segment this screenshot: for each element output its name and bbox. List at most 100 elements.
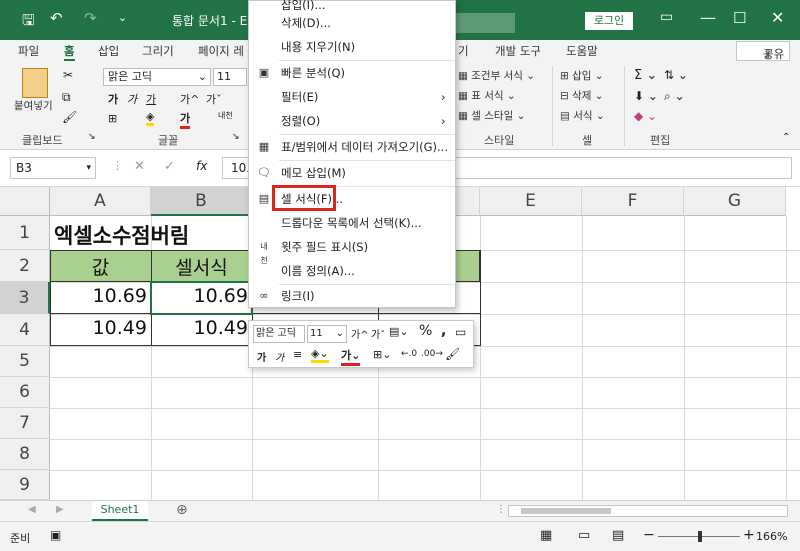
zoom-level[interactable]: 166%	[756, 530, 787, 543]
cell-a1[interactable]: 엑셀소수점버림	[54, 220, 189, 250]
share-button[interactable]: ⇪ 공유	[736, 41, 790, 61]
cell-a3[interactable]: 10.69	[50, 285, 147, 307]
delete-cells-button[interactable]: ⊟ 삭제 ⌄	[560, 88, 604, 103]
prev-sheet-icon[interactable]: ◀	[28, 504, 36, 515]
tab-developer[interactable]: 개발 도구	[495, 43, 541, 59]
format-as-table-button[interactable]: ▦ 표 서식 ⌄	[458, 88, 516, 103]
conditional-format-button[interactable]: ▦ 조건부 서식 ⌄	[458, 68, 535, 83]
select-all-button[interactable]	[0, 187, 50, 216]
tab-file[interactable]: 파일	[18, 43, 39, 59]
borders-icon[interactable]: ⊞	[108, 112, 117, 125]
row-header-5[interactable]: 5	[0, 346, 50, 377]
row-header-2[interactable]: 2	[0, 250, 50, 282]
wrap-text-icon[interactable]: ▭	[455, 325, 466, 339]
font-name-select[interactable]: 맑은 고딕 ⌄	[103, 68, 211, 86]
font-launcher-icon[interactable]: ↘	[232, 132, 240, 142]
fill-color-icon[interactable]: ◈	[146, 110, 155, 126]
menu-item-delete[interactable]: 삭제(D)...	[249, 11, 455, 35]
row-header-1[interactable]: 1	[0, 216, 50, 250]
column-header-a[interactable]: A	[50, 187, 151, 216]
close-icon[interactable]: ✕	[771, 8, 784, 27]
cell-a2[interactable]: 값	[50, 253, 151, 280]
autosum-icon[interactable]: Σ ⌄	[634, 68, 657, 83]
paste-label[interactable]: 붙여넣기	[14, 98, 53, 113]
tab-help[interactable]: 도움말	[566, 43, 598, 59]
column-header-b[interactable]: B	[151, 187, 252, 216]
tab-draw[interactable]: 그리기	[142, 43, 174, 59]
tab-home[interactable]: 홈	[64, 43, 75, 61]
shrink-font-icon[interactable]: 가ˇ	[371, 326, 385, 341]
column-header-g[interactable]: G	[684, 187, 786, 216]
accounting-format-icon[interactable]: ▤⌄	[389, 325, 409, 338]
sort-filter-icon[interactable]: ⇅ ⌄	[664, 68, 688, 82]
font-color-icon[interactable]: 가	[180, 110, 191, 129]
menu-item-get-data[interactable]: ▦ 표/범위에서 데이터 가져오기(G)...	[249, 135, 455, 159]
zoom-slider-thumb[interactable]	[698, 531, 702, 542]
ribbon-display-icon[interactable]: ▭	[660, 9, 673, 25]
font-color-icon[interactable]: 가⌄	[341, 347, 361, 366]
grow-font-icon[interactable]: 가^	[180, 91, 199, 107]
row-header-4[interactable]: 4	[0, 314, 50, 346]
format-cells-button[interactable]: ▤ 서식 ⌄	[560, 108, 605, 123]
accessibility-icon[interactable]: ▣	[50, 528, 61, 542]
italic-icon[interactable]: 가	[127, 91, 137, 107]
name-box[interactable]: B3 ▾	[10, 157, 96, 179]
tab-insert[interactable]: 삽입	[98, 43, 119, 59]
column-header-f[interactable]: F	[582, 187, 684, 216]
row-header-9[interactable]: 9	[0, 470, 50, 500]
fill-color-icon[interactable]: ◈⌄	[311, 347, 329, 363]
zoom-out-icon[interactable]: −	[643, 527, 655, 543]
bold-icon[interactable]: 가	[108, 91, 118, 107]
mini-size-select[interactable]: 11 ⌄	[307, 325, 347, 343]
page-layout-icon[interactable]: ▭	[578, 528, 590, 543]
font-size-select[interactable]: 11	[213, 68, 247, 86]
row-header-8[interactable]: 8	[0, 439, 50, 470]
cell-b2[interactable]: 셀서식	[151, 253, 252, 280]
row-header-7[interactable]: 7	[0, 408, 50, 439]
tab-page-layout[interactable]: 페이지 레	[198, 43, 244, 59]
cell-styles-button[interactable]: ▦ 셀 스타일 ⌄	[458, 108, 525, 123]
increase-decimal-icon[interactable]: ←.0	[401, 349, 417, 359]
customize-qat-icon[interactable]: ⌄	[118, 11, 127, 24]
borders-icon[interactable]: ⊞⌄	[373, 348, 391, 361]
italic-icon[interactable]: 가	[275, 349, 284, 364]
undo-icon[interactable]: ↶	[50, 9, 63, 27]
row-header-3[interactable]: 3	[0, 282, 50, 314]
format-painter-icon[interactable]: 🖌	[445, 347, 460, 361]
minimize-icon[interactable]: —	[700, 8, 716, 27]
collapse-ribbon-icon[interactable]: ⌃	[782, 132, 790, 143]
menu-item-show-phonetic[interactable]: 내천 윗주 필드 표시(S)	[249, 235, 455, 265]
menu-item-filter[interactable]: 필터(E) ›	[249, 85, 455, 109]
underline-icon[interactable]: 가	[146, 91, 156, 107]
next-sheet-icon[interactable]: ▶	[56, 504, 64, 515]
copy-icon[interactable]: ⧉	[62, 90, 71, 105]
search-box[interactable]	[455, 13, 515, 33]
format-painter-icon[interactable]: 🖌	[62, 110, 77, 124]
menu-item-pick-from-list[interactable]: 드롭다운 목록에서 선택(K)...	[249, 211, 455, 235]
cell-b4[interactable]: 10.49	[151, 317, 248, 339]
page-break-icon[interactable]: ▤	[612, 528, 624, 543]
clipboard-launcher-icon[interactable]: ↘	[88, 132, 96, 142]
menu-item-sort[interactable]: 정렬(O) ›	[249, 109, 455, 133]
clipboard-paste-icon[interactable]	[22, 68, 48, 98]
find-icon[interactable]: ⌕ ⌄	[664, 89, 685, 104]
percent-icon[interactable]: %	[419, 323, 432, 339]
fill-icon[interactable]: ⬇ ⌄	[634, 89, 658, 103]
bold-icon[interactable]: 가	[257, 349, 266, 364]
tab-view[interactable]: 기	[458, 43, 469, 59]
mini-font-select[interactable]: 맑은 고딕	[253, 325, 305, 343]
menu-item-clear-contents[interactable]: 내용 지우기(N)	[249, 35, 455, 59]
insert-cells-button[interactable]: ⊞ 삽입 ⌄	[560, 68, 604, 83]
zoom-in-icon[interactable]: +	[743, 527, 755, 543]
decrease-decimal-icon[interactable]: .00→	[421, 349, 443, 359]
shrink-font-icon[interactable]: 가ˇ	[206, 91, 222, 107]
insert-function-icon[interactable]: fx	[196, 159, 207, 173]
row-header-6[interactable]: 6	[0, 377, 50, 408]
enter-icon[interactable]: ✓	[164, 159, 175, 174]
phonetic-guide-icon[interactable]: 내천	[218, 110, 233, 121]
normal-view-icon[interactable]: ▦	[540, 528, 552, 543]
cell-a4[interactable]: 10.49	[50, 317, 147, 339]
cut-icon[interactable]: ✂	[63, 68, 73, 82]
sheet-tab[interactable]: Sheet1	[92, 501, 148, 521]
save-icon[interactable]: 🖫	[22, 10, 35, 35]
